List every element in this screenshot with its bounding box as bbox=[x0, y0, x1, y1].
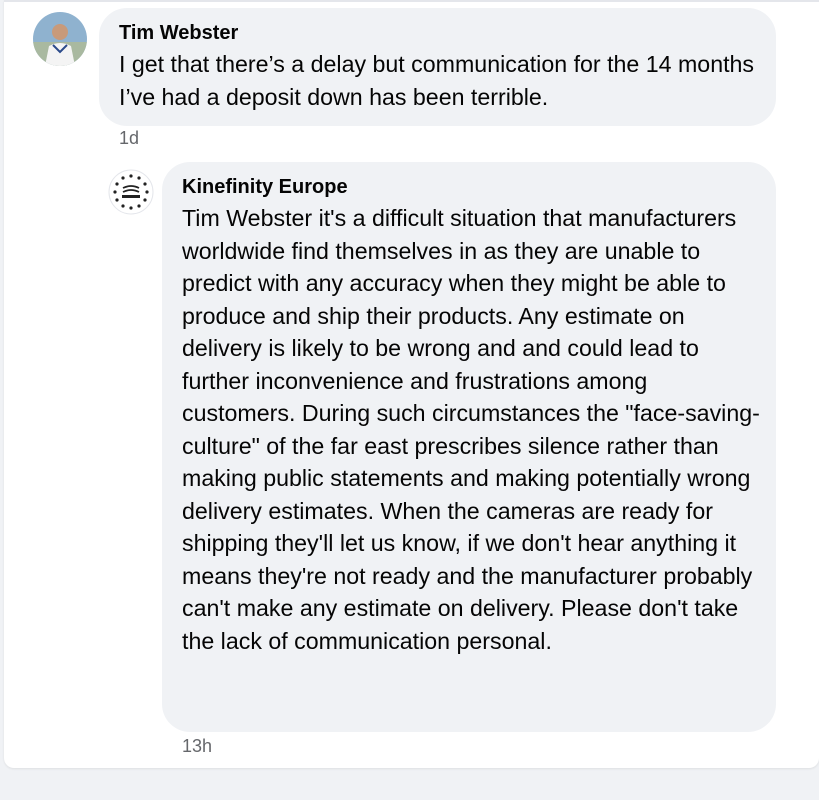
reply-text: Tim Webster it's a difficult situation t… bbox=[182, 205, 760, 654]
comment-text: I get that there’s a delay but communica… bbox=[119, 51, 755, 110]
next-comment-avatar-partial bbox=[118, 790, 148, 800]
reply-timestamp-link[interactable]: 13h bbox=[182, 736, 212, 757]
comment-thread-card: Tim Webster I get that there’s a delay b… bbox=[4, 0, 819, 768]
reply-author-link[interactable]: Kinefinity Europe bbox=[182, 176, 348, 199]
kinefinity-europe-avatar[interactable] bbox=[108, 169, 154, 215]
tim-webster-avatar[interactable] bbox=[33, 12, 87, 66]
comment-bubble: Tim Webster I get that there’s a delay b… bbox=[99, 8, 776, 126]
partial-avatar-icon bbox=[118, 793, 148, 800]
user-avatar-photo-icon bbox=[33, 12, 87, 66]
comment-thread-page: Tim Webster I get that there’s a delay b… bbox=[0, 0, 819, 800]
comment-author-link[interactable]: Tim Webster bbox=[119, 22, 238, 45]
reply-bubble: Kinefinity Europe Tim Webster it's a dif… bbox=[162, 162, 776, 732]
comment-timestamp-link[interactable]: 1d bbox=[119, 128, 139, 149]
kinefinity-logo-icon bbox=[108, 169, 154, 215]
